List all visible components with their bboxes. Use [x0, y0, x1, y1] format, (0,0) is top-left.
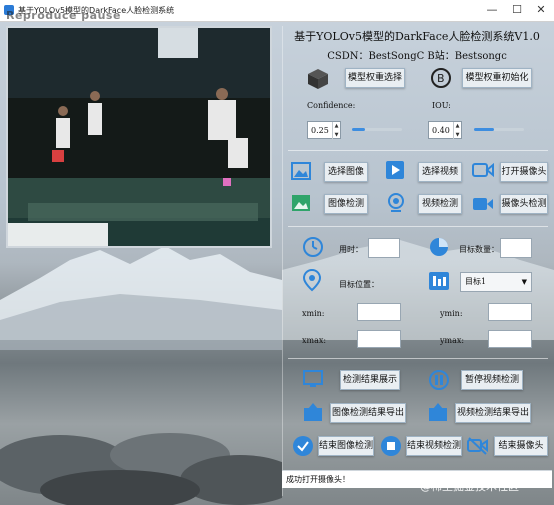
b-icon: B: [431, 68, 451, 88]
pause-icon: [429, 370, 449, 390]
export-image-results-button[interactable]: 图像检测结果导出: [330, 403, 406, 423]
video-detect-button[interactable]: 视频检测: [418, 194, 462, 214]
author-info: CSDN：BestSongC B站：Bestsongc: [327, 51, 507, 62]
export-video-results-button[interactable]: 视频检测结果导出: [455, 403, 531, 423]
status-message: 成功打开摄像头！: [286, 475, 350, 484]
ymin-field: [488, 303, 532, 321]
chevron-down-icon: ▼: [521, 278, 527, 286]
target-list-icon: [429, 272, 449, 290]
image-detect-button[interactable]: 图像检测: [324, 194, 368, 214]
target-count-label: 目标数量：: [459, 245, 499, 254]
model-weight-init-button[interactable]: 模型权重初始化: [462, 68, 532, 88]
iou-spin-arrows[interactable]: ▲ ▼: [453, 122, 461, 140]
select-image-button[interactable]: 选择图像: [324, 162, 368, 182]
camera-outline-icon: [472, 162, 494, 178]
target-position-label: 目标位置：: [339, 280, 379, 289]
confidence-spinbox[interactable]: 0.25 ▲ ▼: [307, 121, 341, 140]
pause-video-detect-button[interactable]: 暂停视频检测: [461, 370, 523, 390]
maximize-button[interactable]: ☐: [505, 0, 529, 22]
play-video-icon: [386, 161, 404, 179]
monitor-icon: [303, 370, 323, 387]
time-value-field: [368, 238, 400, 258]
ymin-label: ymin:: [440, 309, 463, 318]
iou-slider[interactable]: [474, 128, 524, 131]
target-count-field: [500, 238, 532, 258]
section-divider-3: [288, 358, 548, 359]
xmax-field: [357, 330, 401, 348]
iou-label: IOU:: [432, 101, 451, 110]
close-button[interactable]: ✕: [529, 0, 553, 22]
confidence-label: Confidence:: [307, 101, 356, 110]
rocks-foreground: [0, 433, 282, 505]
minimize-button[interactable]: —: [480, 0, 504, 22]
svg-text:B: B: [437, 72, 445, 85]
confidence-spin-arrows[interactable]: ▲ ▼: [332, 122, 340, 140]
model-weight-select-button[interactable]: 模型权重选择: [345, 68, 405, 88]
overlay-watermark: Reproduce pause: [6, 9, 121, 22]
xmin-label: xmin:: [302, 309, 325, 318]
stop-video-icon: [381, 436, 401, 456]
image-icon: [291, 162, 311, 180]
camera-detect-button[interactable]: 摄像头检测: [500, 194, 548, 214]
cube-icon: [308, 69, 328, 89]
app-window: 基于YOLOv5模型的DarkFace人脸检测系统 — ☐ ✕ Reproduc…: [0, 0, 554, 505]
show-results-button[interactable]: 检测结果展示: [340, 370, 400, 390]
location-pin-icon: [302, 268, 322, 292]
webcam-icon: [388, 193, 404, 212]
ymax-field: [488, 330, 532, 348]
time-label: 用时：: [339, 245, 363, 254]
section-divider-1: [288, 150, 548, 151]
iou-value: 0.40: [432, 126, 450, 135]
export-video-icon: [429, 403, 447, 421]
stop-camera-button[interactable]: 结束摄像头: [494, 436, 548, 456]
ymax-label: ymax:: [440, 336, 465, 345]
open-camera-button[interactable]: 打开摄像头: [500, 162, 548, 182]
target-select-value: 目标1: [465, 277, 487, 286]
clock-icon: [303, 237, 323, 257]
camera-off-icon: [467, 437, 488, 455]
stop-image-detect-button[interactable]: 结束图像检测: [318, 436, 374, 456]
panel-divider: [282, 26, 283, 496]
iou-spinbox[interactable]: 0.40 ▲ ▼: [428, 121, 462, 140]
video-camera-icon: [473, 198, 493, 210]
stop-video-detect-button[interactable]: 结束视频检测: [406, 436, 462, 456]
pie-chart-icon: [430, 238, 448, 256]
confidence-value: 0.25: [311, 126, 329, 135]
image-detect-icon: [292, 195, 310, 211]
footer-watermark: @稀土掘金技术社区: [420, 480, 519, 493]
target-select-dropdown[interactable]: 目标1 ▼: [460, 272, 532, 292]
check-circle-icon: [293, 436, 313, 456]
confidence-slider[interactable]: [352, 128, 402, 131]
confidence-slider-fill: [352, 128, 365, 131]
xmin-field: [357, 303, 401, 321]
xmax-label: xmax:: [302, 336, 327, 345]
app-title: 基于YOLOv5模型的DarkFace人脸检测系统V1.0: [294, 30, 540, 43]
section-divider-2: [288, 226, 548, 227]
iou-slider-fill: [474, 128, 494, 131]
video-frame: [8, 28, 270, 246]
select-video-button[interactable]: 选择视频: [418, 162, 462, 182]
video-display: [6, 26, 272, 248]
export-image-icon: [304, 403, 322, 421]
